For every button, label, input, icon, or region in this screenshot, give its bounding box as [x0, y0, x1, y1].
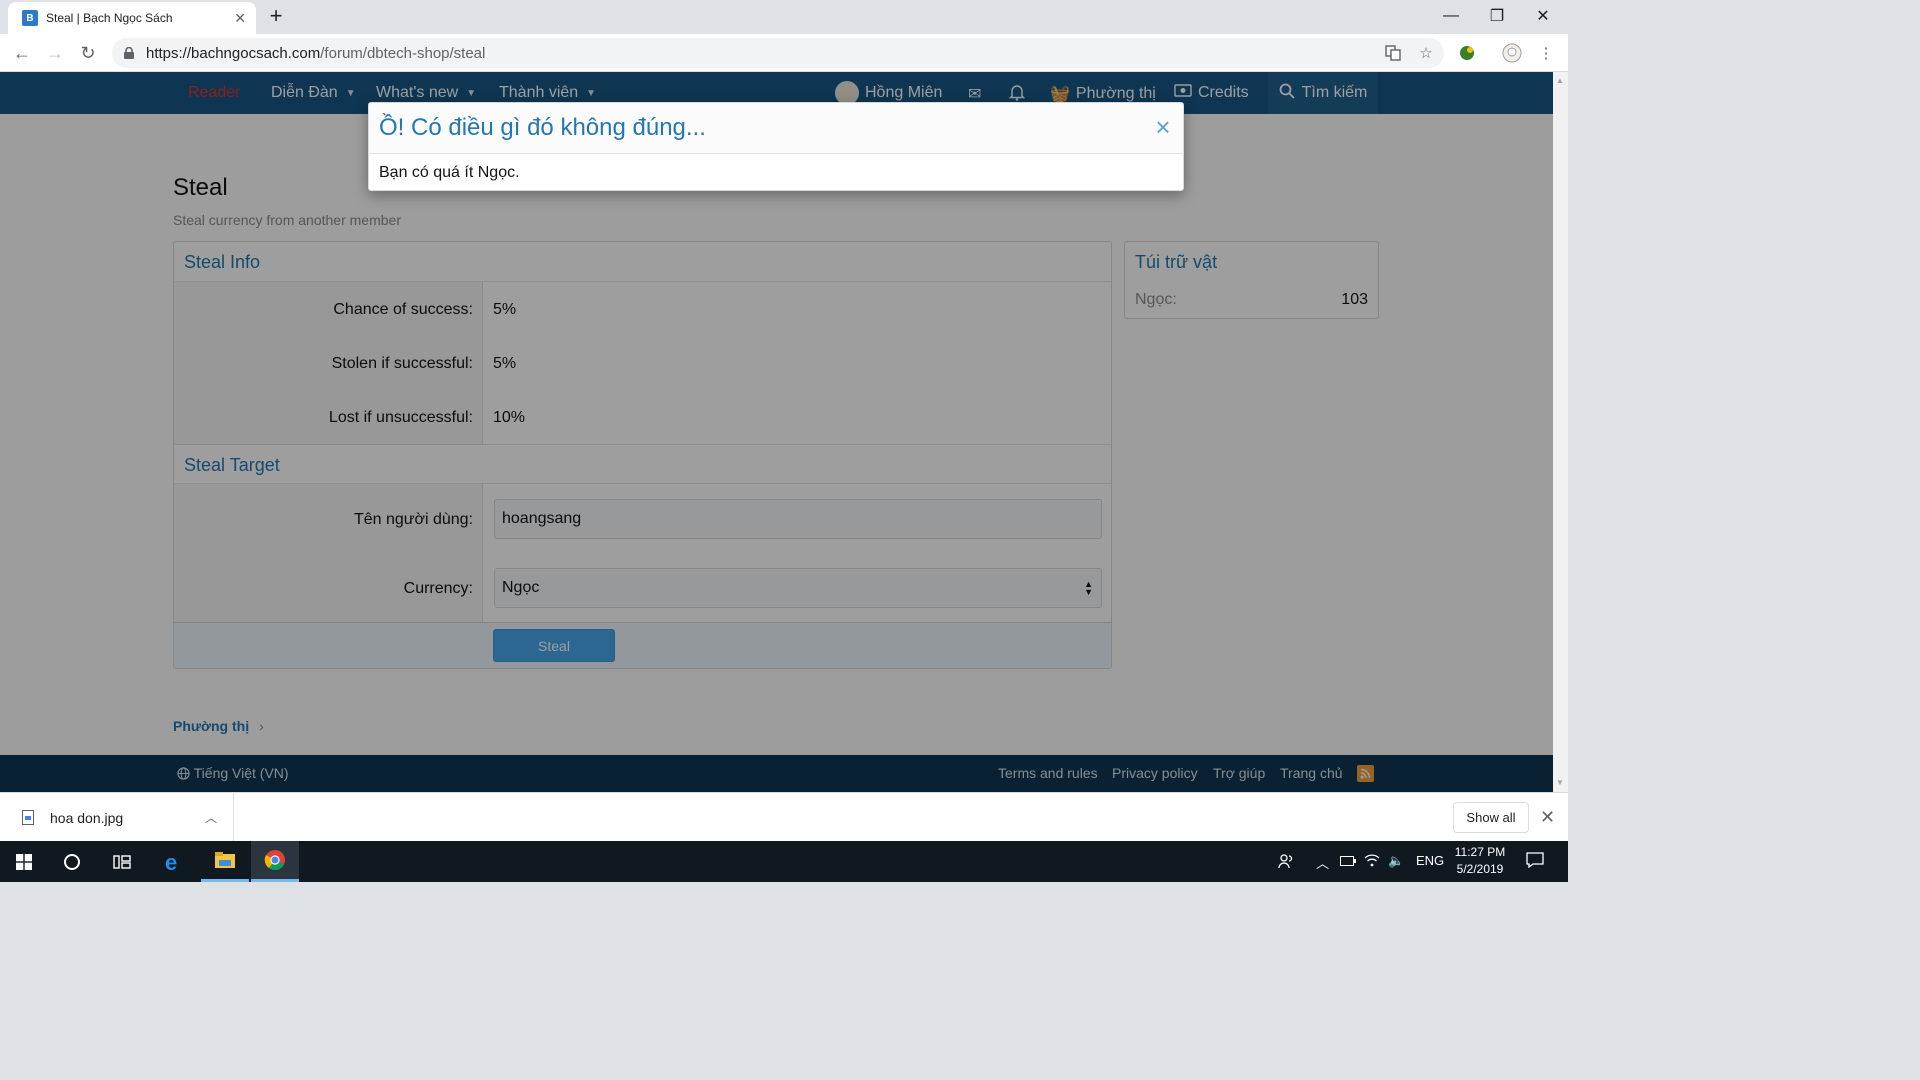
- url-text: https://bachngocsach.com/forum/dbtech-sh…: [146, 45, 485, 62]
- taskbar-clock[interactable]: 11:27 PM 5/2/2019: [1448, 844, 1512, 878]
- clock-time: 11:27 PM: [1454, 845, 1506, 859]
- url-path: /forum/dbtech-shop/steal: [320, 44, 486, 62]
- chevron-up-icon[interactable]: ︿: [1316, 853, 1329, 872]
- chrome-browser-icon[interactable]: [251, 841, 299, 882]
- site-favicon-icon: B: [22, 10, 38, 26]
- restore-window-icon[interactable]: ❐: [1474, 0, 1520, 32]
- back-arrow-icon[interactable]: ←: [9, 40, 35, 66]
- taskbar: e ︿ 🔈 ENG 11:27 PM 5/2/2019: [0, 841, 1568, 882]
- menu-kebab-icon[interactable]: ⋮: [1535, 42, 1557, 64]
- browser-toolbar: ← → ↻ https://bachngocsach.com/forum/dbt…: [0, 34, 1568, 72]
- file-explorer-icon[interactable]: [201, 841, 249, 882]
- close-icon[interactable]: ✕: [1540, 807, 1555, 828]
- chevron-up-icon[interactable]: ︿: [205, 809, 217, 826]
- cortana-search-icon[interactable]: [48, 841, 96, 882]
- close-window-icon[interactable]: ✕: [1520, 0, 1566, 32]
- image-file-icon: [22, 810, 34, 825]
- minimize-window-icon[interactable]: —: [1428, 0, 1474, 32]
- edge-browser-icon[interactable]: e: [150, 841, 198, 882]
- error-modal: Ồ! Có điều gì đó không đúng... × Bạn có …: [368, 102, 1184, 191]
- extension-icon[interactable]: [1456, 42, 1478, 64]
- volume-icon[interactable]: 🔈: [1388, 853, 1404, 869]
- lock-icon: [122, 46, 136, 60]
- tab-title: Steal | Bạch Ngọc Sách: [46, 11, 173, 25]
- modal-header: Ồ! Có điều gì đó không đúng... ×: [369, 103, 1183, 154]
- battery-icon[interactable]: [1340, 853, 1356, 869]
- profile-avatar-icon[interactable]: [1501, 42, 1523, 64]
- task-view-icon[interactable]: [98, 841, 146, 882]
- bookmark-star-icon[interactable]: ☆: [1415, 42, 1437, 64]
- svg-text:e: e: [165, 851, 177, 873]
- modal-title: Ồ! Có điều gì đó không đúng...: [379, 114, 706, 141]
- input-language[interactable]: ENG: [1416, 853, 1444, 868]
- download-item[interactable]: hoa don.jpg ︿: [0, 793, 234, 842]
- wifi-icon[interactable]: [1364, 853, 1380, 870]
- tab-close-icon[interactable]: ✕: [234, 10, 246, 27]
- page-viewport: Reader Diễn Đàn ▼ What's new ▼ Thành viên ▼…: [0, 72, 1553, 792]
- scroll-up-arrow-icon[interactable]: ▲: [1556, 76, 1564, 85]
- people-icon[interactable]: [1278, 853, 1294, 872]
- page-scrollbar[interactable]: ▲ ▼: [1553, 72, 1568, 792]
- close-icon[interactable]: ×: [1151, 114, 1175, 140]
- reload-icon[interactable]: ↻: [75, 40, 101, 66]
- browser-tab-strip: B Steal | Bạch Ngọc Sách ✕ + — ❐ ✕: [0, 0, 1568, 34]
- new-tab-button[interactable]: +: [264, 4, 288, 28]
- modal-message: Bạn có quá ít Ngọc.: [379, 164, 520, 181]
- windows-start-icon[interactable]: [0, 841, 48, 882]
- download-file-name: hoa don.jpg: [50, 809, 124, 826]
- translate-icon[interactable]: [1382, 42, 1404, 64]
- notification-center-icon[interactable]: [1526, 852, 1544, 871]
- download-shelf: hoa don.jpg ︿ Show all ✕: [0, 792, 1568, 842]
- show-all-button[interactable]: Show all: [1453, 802, 1529, 833]
- scroll-down-arrow-icon[interactable]: ▼: [1556, 778, 1564, 787]
- clock-date: 5/2/2019: [1456, 862, 1504, 876]
- forward-arrow-icon[interactable]: →: [42, 40, 68, 66]
- browser-tab[interactable]: B Steal | Bạch Ngọc Sách ✕: [8, 2, 256, 34]
- url-host: https://bachngocsach.com: [146, 44, 321, 62]
- address-bar[interactable]: https://bachngocsach.com/forum/dbtech-sh…: [112, 38, 1444, 68]
